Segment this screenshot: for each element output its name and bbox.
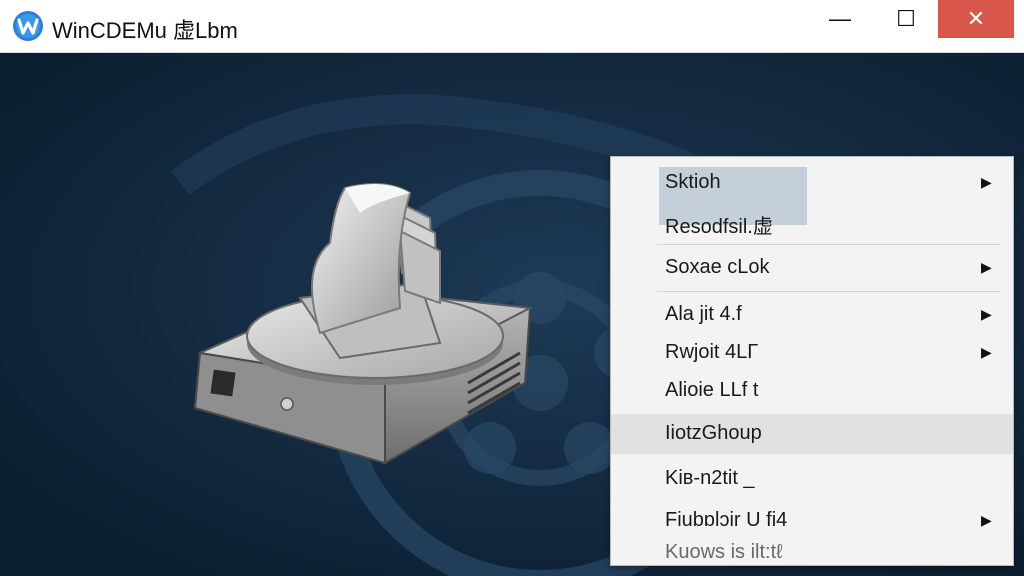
menu-item-4[interactable]: Ala jit 4.f ▶	[611, 295, 1013, 333]
menu-item-6[interactable]: Alioie LLf t	[611, 371, 1013, 409]
menu-item-label: Alioie LLf t	[665, 379, 759, 401]
menu-item-1[interactable]: Sktioh ▶	[611, 163, 1013, 225]
menu-item-2[interactable]: Resodfsil.虚	[611, 202, 1013, 240]
menu-item-5[interactable]: Rwjoit 4LΓ ▶	[611, 333, 1013, 371]
maximize-button[interactable]: ☐	[876, 0, 936, 38]
chevron-right-icon: ▶	[981, 512, 992, 528]
menu-item-label: Rwjoit 4LΓ	[665, 341, 759, 363]
menu-item-8[interactable]: Kiʙ-n2tit _	[611, 459, 1013, 497]
minimize-icon: —	[829, 6, 851, 31]
chevron-right-icon: ▶	[981, 344, 992, 360]
menu-item-label: Fiubɒlɔir U fi4	[665, 509, 788, 531]
menu-item-label: Sktioh	[665, 171, 721, 193]
window-title: WinCDEMu 虚Lbm	[52, 18, 238, 43]
maximize-icon: ☐	[896, 6, 916, 31]
menu-item-label: Soxae cLok	[665, 256, 770, 278]
menu-item-7[interactable]: IiotzGhoup	[611, 414, 1013, 454]
chevron-right-icon: ▶	[981, 174, 992, 190]
chevron-right-icon: ▶	[981, 306, 992, 322]
chevron-right-icon: ▶	[981, 259, 992, 275]
menu-item-10[interactable]: Kuows is ilt:tℓ	[611, 533, 1013, 565]
title-bar: WinCDEMu 虚Lbm — ☐ ✕	[0, 0, 1024, 53]
menu-separator	[657, 244, 1001, 245]
minimize-button[interactable]: —	[810, 0, 870, 38]
menu-separator	[657, 291, 1001, 292]
wincdemu-logo-icon	[13, 11, 43, 41]
close-icon: ✕	[966, 6, 986, 31]
menu-item-label: Resodfsil.虚	[665, 216, 773, 238]
menu-item-label: Kiʙ-n2tit _	[665, 467, 755, 489]
menu-item-label: IiotzGhoup	[665, 422, 762, 444]
menu-item-label: Kuows is ilt:tℓ	[665, 541, 783, 563]
menu-item-3[interactable]: Soxae cLok ▶	[611, 248, 1013, 286]
close-button[interactable]: ✕	[938, 0, 1014, 38]
context-menu: Sktioh ▶ Resodfsil.虚 Soxae cLok ▶ Ala ji…	[610, 156, 1014, 566]
menu-item-label: Ala jit 4.f	[665, 303, 742, 325]
